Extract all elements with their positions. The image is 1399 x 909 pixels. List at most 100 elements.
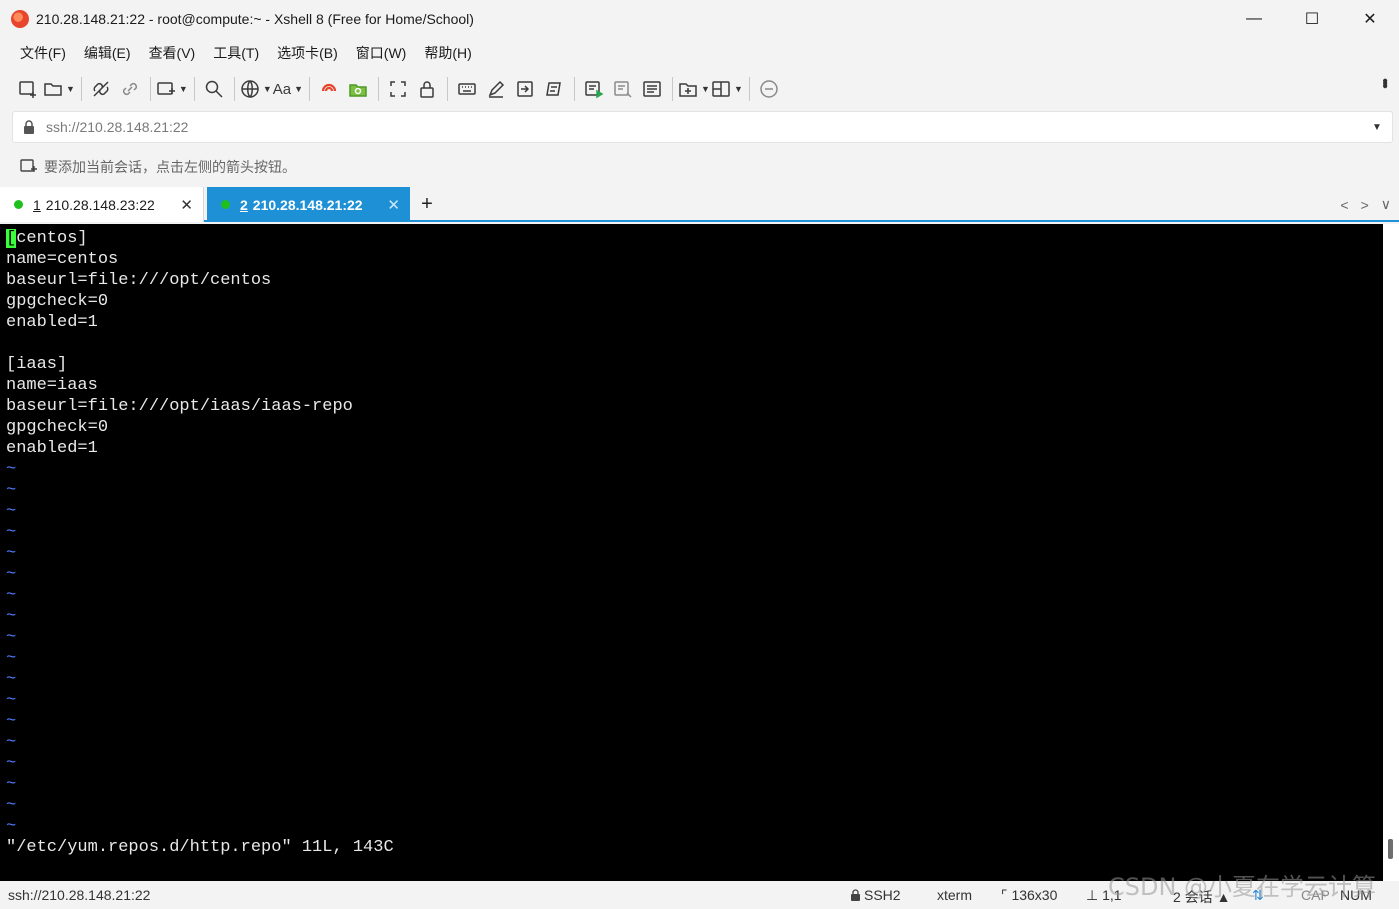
terminal-line: [iaas] — [6, 355, 68, 374]
empty-line-tilde: ~ — [6, 628, 17, 647]
window-controls: — ☐ ✕ — [1225, 0, 1399, 38]
connected-status-icon — [221, 200, 230, 209]
send-icon[interactable] — [580, 75, 608, 103]
terminal-line: baseurl=file:///opt/iaas/iaas-repo — [6, 397, 353, 416]
window-title: 210.28.148.21:22 - root@compute:~ - Xshe… — [36, 11, 474, 27]
toolbar-overflow-icon[interactable]: ••• — [1375, 78, 1393, 86]
menu-tabs[interactable]: 选项卡(B) — [269, 40, 346, 66]
lock-icon[interactable] — [413, 75, 441, 103]
font-icon[interactable]: Aa ▼ — [273, 75, 303, 103]
reconnect-icon[interactable] — [116, 75, 144, 103]
connected-status-icon — [14, 200, 23, 209]
scrollbar-thumb[interactable] — [1388, 839, 1393, 859]
toolbar-divider — [149, 77, 151, 101]
tab-session-1[interactable]: 1 210.28.148.23:22 ✕ — [0, 187, 204, 222]
tab-bar: 1 210.28.148.23:22 ✕ 2 210.28.148.21:22 … — [0, 187, 1399, 222]
empty-line-tilde: ~ — [6, 649, 17, 668]
empty-line-tilde: ~ — [6, 796, 17, 815]
transfer-icon[interactable] — [511, 75, 539, 103]
keyboard-icon[interactable] — [453, 75, 481, 103]
empty-line-tilde: ~ — [6, 544, 17, 563]
toolbar-divider — [193, 77, 195, 101]
empty-line-tilde: ~ — [6, 523, 17, 542]
tab-list-icon[interactable]: ∨ — [1381, 196, 1391, 213]
toolbar-divider — [309, 77, 311, 101]
xshell-icon[interactable] — [315, 75, 343, 103]
status-connection: ssh://210.28.148.21:22 — [8, 887, 151, 903]
terminal-scrollbar[interactable] — [1383, 224, 1399, 881]
new-tab-button[interactable]: + — [417, 187, 437, 222]
disconnect-icon[interactable] — [87, 75, 115, 103]
toolbar-divider — [574, 77, 576, 101]
tab-navigation: < > ∨ — [1328, 187, 1391, 222]
toolbar-divider — [672, 77, 674, 101]
address-input[interactable] — [46, 119, 1362, 135]
empty-line-tilde: ~ — [6, 733, 17, 752]
menu-tools[interactable]: 工具(T) — [205, 40, 267, 66]
add-tab-icon[interactable]: ▼ — [678, 75, 710, 103]
toolbar: ▼ ▼ ▼ Aa ▼ ▼ ▼ — [0, 72, 1399, 106]
menu-file[interactable]: 文件(F) — [12, 40, 74, 66]
address-bar: ▼ — [12, 111, 1393, 143]
tab-close-icon[interactable]: ✕ — [180, 196, 193, 214]
tab-session-2[interactable]: 2 210.28.148.21:22 ✕ — [207, 187, 410, 222]
menu-window[interactable]: 窗口(W) — [348, 40, 415, 66]
empty-line-tilde: ~ — [6, 460, 17, 479]
empty-line-tilde: ~ — [6, 712, 17, 731]
tab-next-icon[interactable]: > — [1361, 197, 1369, 213]
new-session-icon[interactable] — [14, 75, 42, 103]
new-window-icon[interactable]: ▼ — [156, 75, 188, 103]
terminal-line: gpgcheck=0 — [6, 418, 109, 437]
terminal-output[interactable]: [centos] name=centos baseurl=file:///opt/c… — [0, 224, 1383, 881]
empty-buffer-lines: ~ ~ ~ ~ ~ ~ ~ ~ ~ ~ ~ ~ ~ ~ ~ ~ ~ ~ — [6, 459, 1383, 837]
tab-close-icon[interactable]: ✕ — [387, 196, 400, 214]
menu-edit[interactable]: 编辑(E) — [76, 40, 139, 66]
menu-bar: 文件(F) 编辑(E) 查看(V) 工具(T) 选项卡(B) 窗口(W) 帮助(… — [0, 38, 1399, 68]
status-size: ⌜ 136x30 — [1001, 887, 1058, 903]
status-terminal-type: xterm — [937, 887, 972, 903]
tab-prev-icon[interactable]: < — [1340, 197, 1348, 213]
log-icon[interactable] — [609, 75, 637, 103]
empty-line-tilde: ~ — [6, 607, 17, 626]
empty-line-tilde: ~ — [6, 565, 17, 584]
script-icon[interactable] — [540, 75, 568, 103]
fullscreen-icon[interactable] — [384, 75, 412, 103]
search-icon[interactable] — [200, 75, 228, 103]
notes-icon[interactable] — [638, 75, 666, 103]
toolbar-divider — [748, 77, 750, 101]
cursor-pos-icon: ⊥ — [1086, 887, 1103, 903]
tab-label: 210.28.148.23:22 — [45, 196, 155, 213]
tab-number: 2 — [240, 196, 248, 213]
lock-icon — [24, 120, 34, 134]
lock-icon — [851, 889, 860, 901]
empty-line-tilde: ~ — [6, 817, 17, 836]
terminal-line: name=iaas — [6, 376, 98, 395]
toolbar-divider — [80, 77, 82, 101]
status-protocol: SSH2 — [850, 887, 901, 903]
menu-help[interactable]: 帮助(H) — [416, 40, 479, 66]
vim-status-line: "/etc/yum.repos.d/http.repo" 11L, 143C — [6, 838, 394, 857]
hint-bar: 要添加当前会话，点击左侧的箭头按钮。 — [0, 152, 1399, 182]
empty-line-tilde: ~ — [6, 775, 17, 794]
toolbar-divider — [233, 77, 235, 101]
xftp-icon[interactable] — [344, 75, 372, 103]
maximize-button[interactable]: ☐ — [1283, 0, 1341, 38]
terminal-line: baseurl=file:///opt/centos — [6, 271, 272, 290]
add-session-icon[interactable] — [20, 159, 38, 175]
menu-view[interactable]: 查看(V) — [141, 40, 204, 66]
minimize-button[interactable]: — — [1225, 0, 1283, 38]
terminal-line: gpgcheck=0 — [6, 292, 109, 311]
terminal-line: enabled=1 — [6, 313, 98, 332]
hint-text: 要添加当前会话，点击左侧的箭头按钮。 — [44, 159, 296, 175]
toolbar-divider — [378, 77, 380, 101]
empty-line-tilde: ~ — [6, 754, 17, 773]
chat-icon[interactable] — [755, 75, 783, 103]
layout-icon[interactable]: ▼ — [711, 75, 743, 103]
globe-icon[interactable]: ▼ — [240, 75, 272, 103]
open-folder-icon[interactable]: ▼ — [43, 75, 75, 103]
close-button[interactable]: ✕ — [1341, 0, 1399, 38]
resize-icon: ⌜ — [1001, 887, 1012, 903]
address-dropdown-icon[interactable]: ▼ — [1362, 122, 1392, 133]
compose-icon[interactable] — [482, 75, 510, 103]
